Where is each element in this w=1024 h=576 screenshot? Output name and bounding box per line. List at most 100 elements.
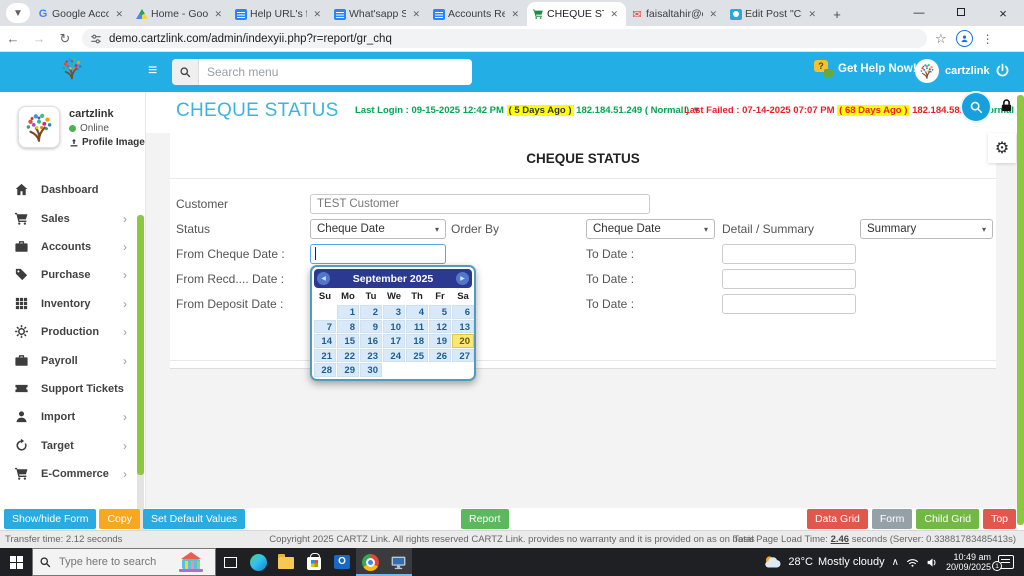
calendar-day-23[interactable]: 23	[360, 348, 382, 362]
tab-search-chevron-icon[interactable]: ▼	[6, 3, 30, 23]
page-search-button[interactable]	[962, 93, 990, 121]
sidebar-item-production[interactable]: Production ›	[0, 318, 137, 346]
calendar-day-13[interactable]: 13	[452, 319, 474, 333]
task-view-button[interactable]	[216, 548, 244, 576]
outlook-icon[interactable]: O	[328, 548, 356, 576]
tab-close-icon[interactable]: ✕	[409, 8, 423, 21]
volume-icon[interactable]	[926, 556, 939, 569]
search-highlight-icon[interactable]	[169, 550, 213, 574]
logout-power-icon[interactable]	[995, 63, 1010, 78]
weather-widget[interactable]: 28°C Mostly cloudy	[763, 554, 885, 570]
calendar-day-29[interactable]: 29	[337, 363, 359, 377]
calendar-day-4[interactable]: 4	[406, 305, 428, 319]
new-tab-button[interactable]: +	[824, 2, 850, 26]
child-grid-button[interactable]: Child Grid	[916, 509, 980, 529]
wifi-icon[interactable]	[906, 556, 919, 569]
calendar-day-20[interactable]: 20	[452, 334, 474, 348]
calendar-day-7[interactable]: 7	[314, 319, 336, 333]
sidebar-scrollbar-thumb[interactable]	[137, 215, 144, 475]
calendar-day-24[interactable]: 24	[383, 348, 405, 362]
form-button[interactable]: Form	[871, 509, 913, 529]
calendar-day-10[interactable]: 10	[383, 319, 405, 333]
tab-close-icon[interactable]: ✕	[310, 8, 324, 21]
browser-tab[interactable]: Edit Post "Cheque✕	[725, 2, 824, 26]
sidebar-item-support-tickets[interactable]: Support Tickets	[0, 375, 137, 403]
remote-desktop-icon[interactable]	[384, 548, 412, 576]
sidebar-item-accounts[interactable]: Accounts ›	[0, 233, 137, 261]
browser-tab[interactable]: What'sapp Sales M✕	[329, 2, 428, 26]
start-button[interactable]	[0, 548, 32, 576]
search-icon[interactable]	[172, 59, 199, 85]
tab-close-icon[interactable]: ✕	[508, 8, 522, 21]
sidebar-item-e-commerce[interactable]: E-Commerce ›	[0, 460, 137, 488]
hamburger-menu-icon[interactable]: ≡	[148, 61, 157, 81]
tab-close-icon[interactable]: ✕	[112, 8, 126, 21]
calendar-day-9[interactable]: 9	[360, 319, 382, 333]
profile-image-link[interactable]: Profile Image	[69, 137, 145, 148]
calendar-day-14[interactable]: 14	[314, 334, 336, 348]
notification-center-icon[interactable]: 1	[992, 555, 1014, 571]
sidebar-item-sales[interactable]: Sales ›	[0, 204, 137, 232]
taskbar-search[interactable]	[32, 548, 216, 576]
calendar-day-1[interactable]: 1	[337, 305, 359, 319]
calendar-day-5[interactable]: 5	[429, 305, 451, 319]
report-button[interactable]: Report	[461, 509, 509, 529]
reload-icon[interactable]: ↻	[52, 31, 78, 47]
calendar-day-19[interactable]: 19	[429, 334, 451, 348]
user-menu[interactable]: cartzlink	[915, 59, 990, 83]
menu-search-input[interactable]	[199, 65, 472, 79]
close-button[interactable]: ×	[982, 6, 1024, 21]
page-scrollbar[interactable]	[1017, 95, 1024, 525]
calendar-day-21[interactable]: 21	[314, 348, 336, 362]
tab-close-icon[interactable]: ✕	[607, 8, 621, 21]
show-hide-form-button[interactable]: Show/hide Form	[4, 509, 97, 529]
minimize-button[interactable]: —	[898, 7, 940, 19]
tab-close-icon[interactable]: ✕	[211, 8, 225, 21]
calendar-day-12[interactable]: 12	[429, 319, 451, 333]
calendar-day-16[interactable]: 16	[360, 334, 382, 348]
edge-icon[interactable]	[244, 548, 272, 576]
calendar-day-22[interactable]: 22	[337, 348, 359, 362]
taskbar-clock[interactable]: 10:49 am 20/09/2025	[946, 552, 991, 572]
order-by-select[interactable]: Cheque Date ▾	[586, 219, 715, 239]
browser-tab[interactable]: Home - Google D✕	[131, 2, 230, 26]
customer-input[interactable]	[310, 194, 650, 214]
detail-summary-select[interactable]: Summary ▾	[860, 219, 993, 239]
top-button[interactable]: Top	[983, 509, 1016, 529]
browser-tab[interactable]: CHEQUE STATUS -✕	[527, 2, 626, 26]
sidebar-item-purchase[interactable]: Purchase ›	[0, 261, 137, 289]
calendar-day-27[interactable]: 27	[452, 348, 474, 362]
calendar-day-17[interactable]: 17	[383, 334, 405, 348]
tab-close-icon[interactable]: ✕	[805, 8, 819, 21]
status-select[interactable]: Cheque Date ▾	[310, 219, 446, 239]
address-bar[interactable]: demo.cartzlink.com/admin/indexyii.php?r=…	[82, 29, 927, 48]
app-logo[interactable]	[44, 55, 100, 89]
bookmark-star-icon[interactable]: ☆	[935, 31, 947, 47]
sidebar-item-dashboard[interactable]: Dashboard	[0, 176, 137, 204]
next-month-icon[interactable]: ▶	[456, 272, 469, 285]
file-explorer-icon[interactable]	[272, 548, 300, 576]
calendar-day-25[interactable]: 25	[406, 348, 428, 362]
calendar-day-3[interactable]: 3	[383, 305, 405, 319]
copy-button[interactable]: Copy	[99, 509, 140, 529]
ms-store-icon[interactable]	[300, 548, 328, 576]
calendar-day-30[interactable]: 30	[360, 363, 382, 377]
sidebar-item-inventory[interactable]: Inventory ›	[0, 290, 137, 318]
from-cheque-date-input[interactable]	[310, 244, 446, 264]
tab-close-icon[interactable]: ✕	[706, 8, 720, 21]
calendar-day-8[interactable]: 8	[337, 319, 359, 333]
browser-tab[interactable]: Help URL's for ERP✕	[230, 2, 329, 26]
to-recd-date-input[interactable]	[722, 269, 856, 289]
set-default-values-button[interactable]: Set Default Values	[142, 509, 246, 529]
browser-tab[interactable]: ✉ faisaltahir@cartzli✕	[626, 2, 725, 26]
maximize-button[interactable]	[940, 7, 982, 19]
browser-profile-icon[interactable]	[955, 30, 973, 47]
sidebar-item-payroll[interactable]: Payroll ›	[0, 346, 137, 374]
calendar-day-6[interactable]: 6	[452, 305, 474, 319]
calendar-day-18[interactable]: 18	[406, 334, 428, 348]
to-cheque-date-input[interactable]	[722, 244, 856, 264]
browser-tab[interactable]: G Google Accounts✕	[32, 2, 131, 26]
to-deposit-date-input[interactable]	[722, 294, 856, 314]
calendar-day-28[interactable]: 28	[314, 363, 336, 377]
data-grid-button[interactable]: Data Grid	[806, 509, 868, 529]
